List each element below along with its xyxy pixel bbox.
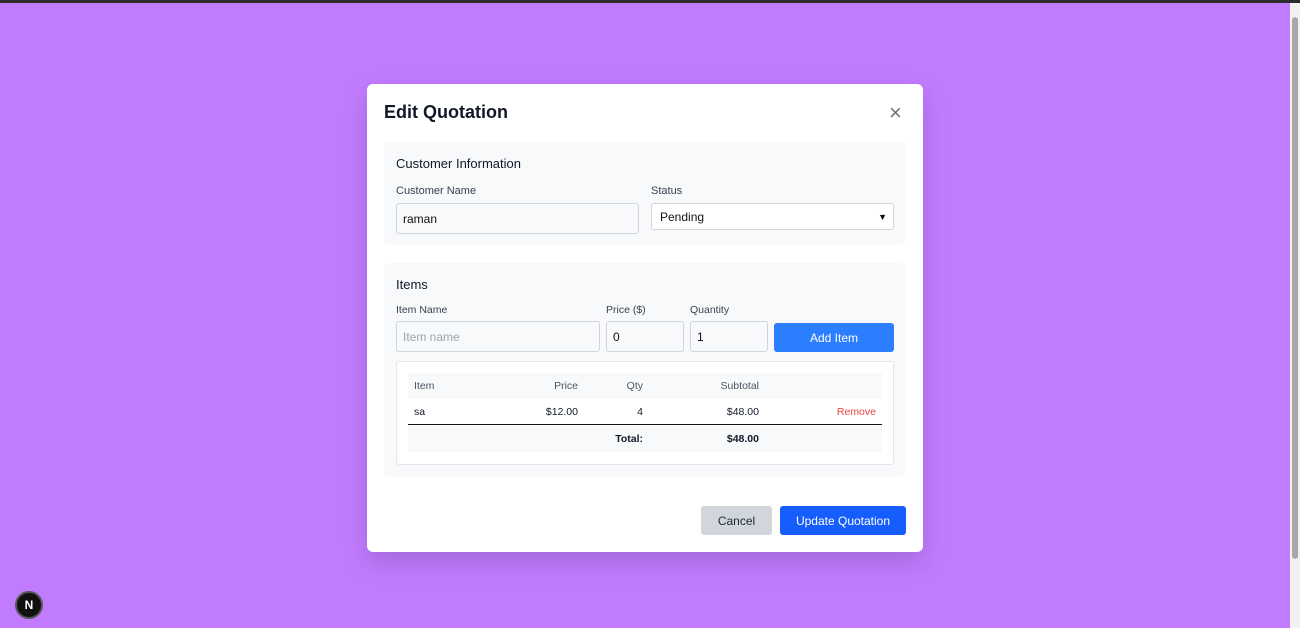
customer-name-value: raman	[403, 211, 438, 226]
item-name-label: Item Name	[396, 304, 448, 316]
price-label: Price ($)	[606, 304, 646, 316]
price-value: 0	[613, 329, 620, 344]
scrollbar-thumb[interactable]	[1292, 17, 1298, 559]
status-label: Status	[651, 185, 683, 197]
update-quotation-button[interactable]: Update Quotation	[780, 506, 906, 535]
scrollbar[interactable]	[1290, 3, 1300, 628]
quantity-input[interactable]: 1	[690, 321, 768, 352]
item-name-input[interactable]: Item name	[396, 321, 600, 352]
remove-button[interactable]: Remove	[837, 399, 876, 425]
cell-subtotal: $48.00	[726, 406, 759, 418]
customer-name-label: Customer Name	[396, 185, 477, 197]
modal-title: Edit Quotation	[384, 102, 508, 122]
items-section: Items Item Name Item name Price ($) 0 Qu…	[384, 263, 906, 477]
items-table: Item Price Qty Subtotal sa $12.00 4 $48.…	[396, 361, 894, 465]
add-item-button[interactable]: Add Item	[774, 323, 894, 352]
cell-item: sa	[414, 406, 426, 418]
items-heading: Items	[396, 277, 428, 292]
total-row: Total: $48.00	[408, 426, 882, 452]
total-label: Total:	[615, 433, 643, 445]
total-value: $48.00	[726, 433, 759, 445]
quantity-label: Quantity	[690, 304, 730, 316]
status-select[interactable]: Pending ▼	[651, 203, 894, 230]
table-row: sa $12.00 4 $48.00 Remove	[408, 399, 882, 425]
cancel-button[interactable]: Cancel	[701, 506, 772, 535]
edit-quotation-modal: Edit Quotation × Customer Information Cu…	[367, 84, 923, 552]
item-name-placeholder: Item name	[403, 329, 460, 344]
cell-price: $12.00	[545, 406, 578, 418]
cell-qty: 4	[637, 406, 643, 418]
price-input[interactable]: 0	[606, 321, 684, 352]
chevron-down-icon: ▼	[878, 211, 887, 222]
close-icon[interactable]: ×	[889, 102, 902, 124]
col-qty: Qty	[626, 380, 643, 392]
customer-name-input[interactable]: raman	[396, 203, 639, 234]
status-value: Pending	[660, 209, 705, 224]
browser-top-bar	[0, 0, 1300, 3]
nextjs-badge-icon[interactable]: N	[15, 591, 43, 619]
col-price: Price	[554, 380, 578, 392]
customer-heading: Customer Information	[396, 156, 521, 171]
customer-section: Customer Information Customer Name raman…	[384, 142, 906, 245]
table-header: Item Price Qty Subtotal	[408, 373, 882, 399]
quantity-value: 1	[697, 329, 704, 344]
col-subtotal: Subtotal	[720, 380, 759, 392]
col-item: Item	[414, 380, 435, 392]
